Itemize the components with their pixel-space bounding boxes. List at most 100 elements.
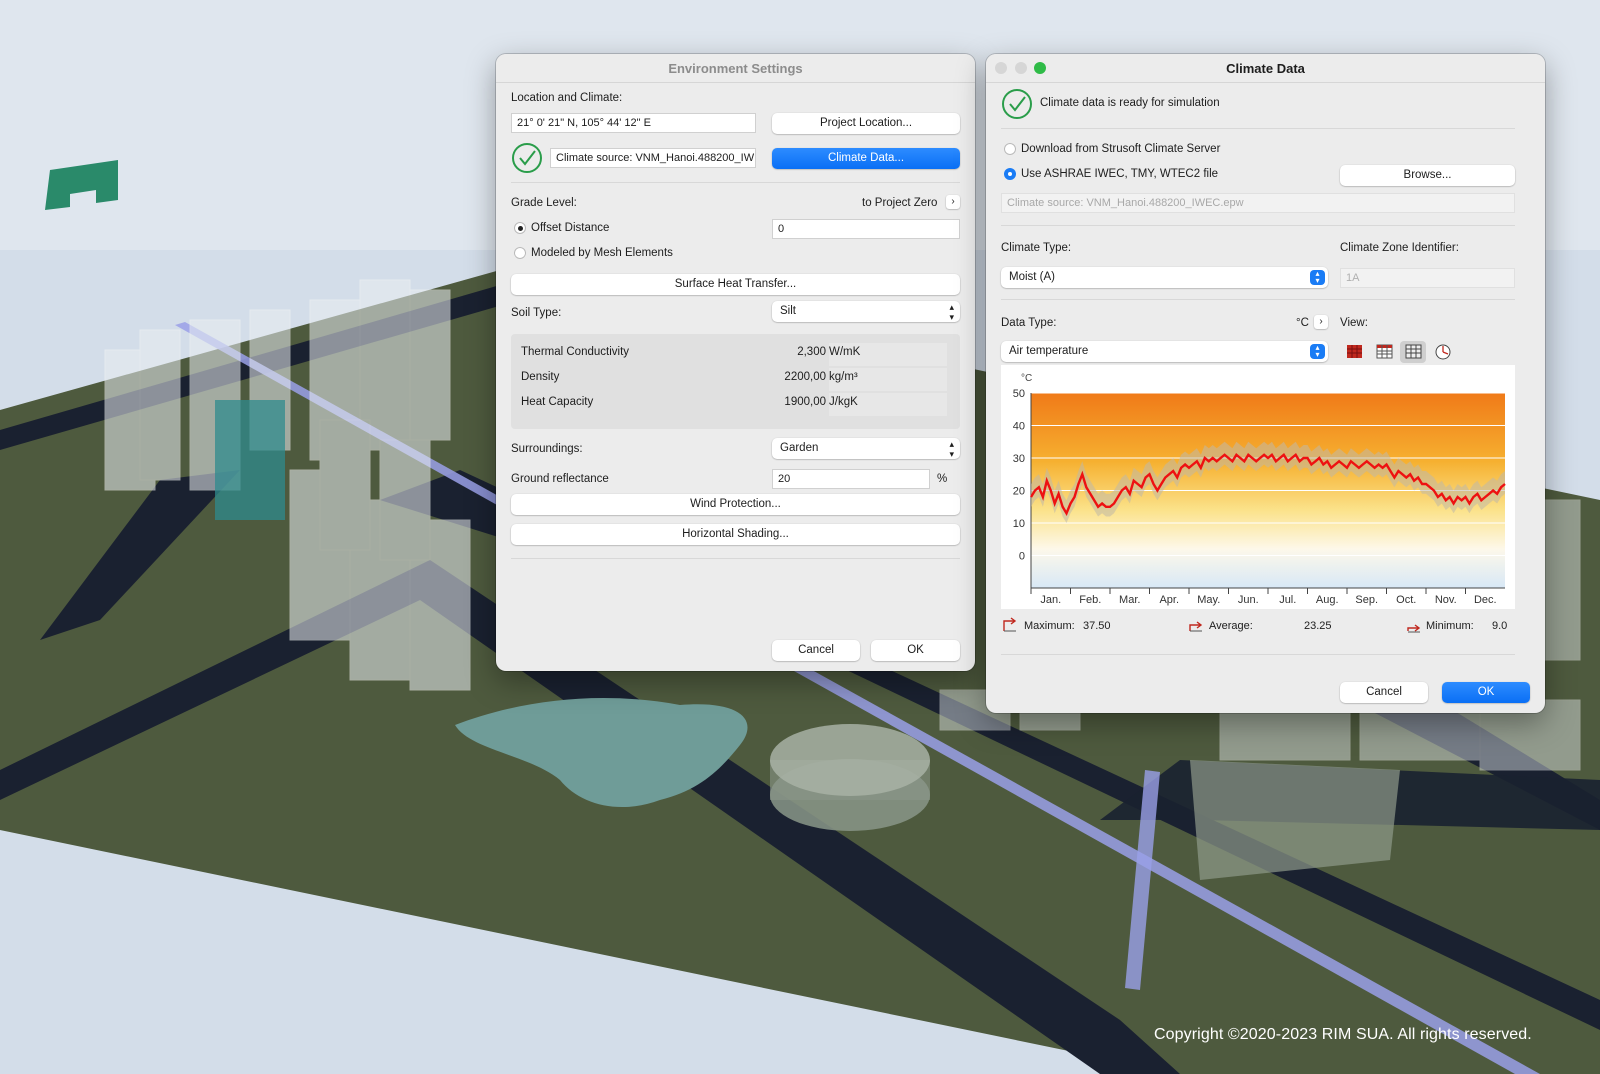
grade-ref-label: to Project Zero [862,197,938,209]
updown-chevron-icon: ▴ ▾ [949,302,954,322]
climate-type-value: Moist (A) [1009,271,1055,283]
soil-property-value: 2,300 [797,346,826,358]
env-ok-button[interactable]: OK [871,640,960,661]
use-file-radio[interactable] [1004,168,1016,180]
ground-reflectance-unit: % [937,473,948,485]
x-tick-label: Aug. [1316,594,1339,606]
view-table-button[interactable] [1371,341,1397,363]
climate-separator-1 [1001,128,1515,129]
x-tick-label: Sep. [1355,594,1378,606]
climate-data-button[interactable]: Climate Data... [772,148,960,169]
updown-chevron-icon: ▴ ▾ [1310,270,1325,285]
climate-type-label: Climate Type: [1001,242,1072,254]
soil-type-value: Silt [780,305,796,317]
x-tick-label: Jan. [1040,594,1061,606]
climate-type-select[interactable]: Moist (A) ▴ ▾ [1001,267,1328,288]
average-value: 23.25 [1304,620,1332,632]
temperature-chart-area: 0 10 20 30 40 50 Jan. Feb. Mar. Apr. May. Jun. Jul.… [1001,365,1515,609]
average-label: Average: [1209,620,1253,632]
maximum-label: Maximum: [1024,620,1075,632]
view-chart-button[interactable] [1400,341,1426,363]
check-circle-icon [1002,89,1032,119]
x-tick-label: Oct. [1396,594,1416,606]
download-server-label: Download from Strusoft Climate Server [1021,143,1221,155]
offset-distance-radio[interactable] [514,222,526,234]
data-type-label: Data Type: [1001,317,1057,329]
y-tick-label: 20 [1013,486,1025,498]
temperature-chart: 0 10 20 30 40 50 Jan. Feb. Mar. Apr. May. Jun. Jul.… [1013,373,1506,606]
x-tick-label: Mar. [1119,594,1140,606]
soil-property-name: Heat Capacity [521,396,594,408]
environment-settings-dialog: Environment Settings Location and Climat… [496,54,975,671]
surface-heat-transfer-button[interactable]: Surface Heat Transfer... [511,274,960,295]
project-location-button[interactable]: Project Location... [772,113,960,134]
x-tick-label: Jun. [1238,594,1259,606]
x-tick-label: Apr. [1159,594,1179,606]
climate-titlebar[interactable]: Climate Data [986,54,1545,83]
env-separator-2 [511,558,960,559]
minimum-value: 9.0 [1492,620,1508,632]
y-tick-label: 30 [1013,453,1025,465]
view-clock-button[interactable] [1430,341,1456,363]
x-tick-label: Feb. [1079,594,1101,606]
check-circle-icon [512,143,542,173]
climate-cancel-button[interactable]: Cancel [1340,682,1428,703]
chart-grid-icon [1405,344,1422,359]
env-separator-1 [511,182,960,183]
horizontal-shading-button[interactable]: Horizontal Shading... [511,524,960,545]
ground-reflectance-label: Ground reflectance [511,473,609,485]
soil-property-name: Density [521,371,560,383]
soil-type-select[interactable]: Silt ▴ ▾ [772,301,960,322]
x-tick-label: Jul. [1279,594,1296,606]
grade-ref-arrow-button[interactable]: › [946,195,960,209]
maximum-icon [1003,617,1017,632]
climate-source-path-field: Climate source: VNM_Hanoi.488200_IWEC.ep… [1001,193,1515,213]
soil-type-label: Soil Type: [511,307,562,319]
y-tick-label: 40 [1013,421,1025,433]
climate-ok-button[interactable]: OK [1442,682,1530,703]
copyright-text: Copyright ©2020-2023 RIM SUA. All rights… [1154,1026,1532,1043]
offset-distance-field[interactable]: 0 [772,219,960,239]
average-icon [1189,621,1203,632]
soil-property-value: 1900,00 [784,396,826,408]
updown-chevron-icon: ▴ ▾ [949,439,954,459]
heatmap-grid-icon [1347,345,1362,358]
unit-toggle-arrow-button[interactable]: › [1314,315,1328,329]
env-cancel-button[interactable]: Cancel [772,640,860,661]
soil-property-name: Thermal Conductivity [521,346,630,358]
ground-reflectance-field[interactable]: 20 [772,469,930,489]
env-title: Environment Settings [668,61,803,76]
y-tick-label: 10 [1013,518,1025,530]
climate-data-dialog: Climate Data Climate data is ready for s… [986,54,1545,713]
soil-property-unit: J/kgK [829,393,947,416]
view-label: View: [1340,317,1368,329]
x-tick-label: Dec. [1474,594,1497,606]
mesh-elements-label: Modeled by Mesh Elements [531,247,673,259]
chart-y-axis-label: °C [1021,373,1032,384]
surroundings-value: Garden [780,442,819,454]
env-titlebar[interactable]: Environment Settings [496,54,975,83]
data-type-select[interactable]: Air temperature ▴ ▾ [1001,341,1328,362]
climate-zone-label: Climate Zone Identifier: [1340,242,1459,254]
surroundings-label: Surroundings: [511,443,583,455]
view-heatmap-button[interactable] [1341,341,1367,363]
grade-level-label: Grade Level: [511,197,577,209]
coordinates-field[interactable]: 21° 0' 21" N, 105° 44' 12" E [511,113,756,133]
soil-property-unit: kg/m³ [829,368,947,391]
soil-property-unit: W/mK [829,343,947,366]
climate-source-field[interactable]: Climate source: VNM_Hanoi.488200_IWEC.ep… [550,148,756,168]
maximum-value: 37.50 [1083,620,1111,632]
mesh-elements-radio[interactable] [514,247,526,259]
browse-button[interactable]: Browse... [1340,165,1515,186]
climate-zone-field: 1A [1340,268,1515,288]
download-server-radio[interactable] [1004,143,1016,155]
y-tick-label: 0 [1019,551,1025,563]
offset-distance-label: Offset Distance [531,222,610,234]
unit-toggle-label: °C [1296,317,1309,329]
wind-protection-button[interactable]: Wind Protection... [511,494,960,515]
y-tick-label: 50 [1013,388,1025,400]
soil-property-value: 2200,00 [784,371,826,383]
use-file-label: Use ASHRAE IWEC, TMY, WTEC2 file [1021,168,1219,180]
updown-chevron-icon: ▴ ▾ [1310,344,1325,359]
surroundings-select[interactable]: Garden ▴ ▾ [772,438,960,459]
